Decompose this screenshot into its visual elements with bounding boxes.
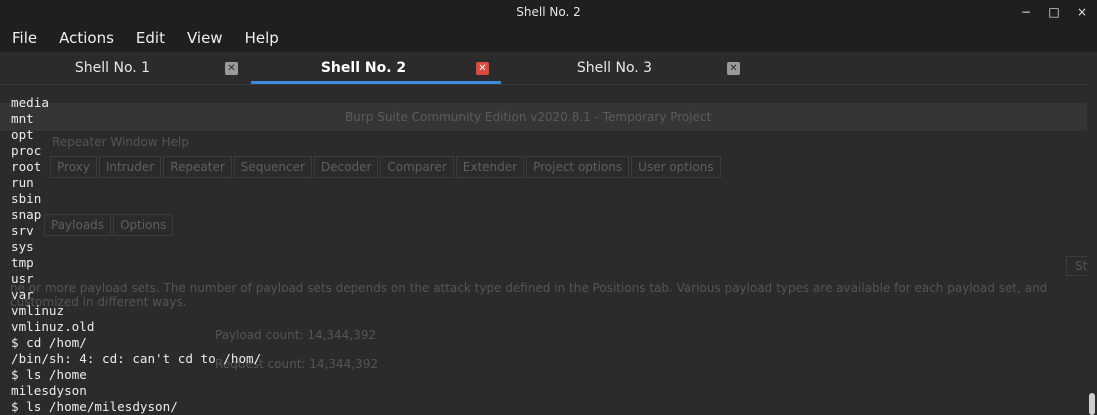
title-bar: Shell No. 2 − □ ×	[0, 0, 1097, 24]
terminal-output[interactable]: media mnt opt proc root run sbin snap srv sys tmp u…	[0, 84, 1087, 415]
terminal-line: sbin	[11, 191, 42, 206]
minimize-icon[interactable]: −	[1019, 5, 1033, 19]
terminal-line: sys	[11, 239, 34, 254]
terminal-scrollbar[interactable]	[1087, 84, 1097, 415]
menu-help[interactable]: Help	[234, 24, 290, 52]
menu-file[interactable]: File	[0, 24, 48, 52]
terminal-line: milesdyson	[11, 383, 87, 398]
terminal-line: vmlinuz.old	[11, 319, 95, 334]
tab-shell-1[interactable]: Shell No. 1 ✕	[0, 52, 250, 84]
tab-shell-2[interactable]: Shell No. 2 ✕	[251, 52, 501, 84]
tab-close-icon[interactable]: ✕	[727, 61, 740, 75]
window-title: Shell No. 2	[516, 5, 581, 19]
tab-bar: Shell No. 1 ✕ Shell No. 2 ✕ Shell No. 3 …	[0, 52, 1097, 85]
menu-edit[interactable]: Edit	[125, 24, 176, 52]
terminal-line: $ ls /home/milesdyson/	[11, 399, 178, 414]
terminal-line: root	[11, 159, 42, 174]
terminal-lines: media mnt opt proc root run sbin snap srv sys tmp u…	[11, 95, 261, 415]
terminal-line: /bin/sh: 4: cd: can't cd to /hom/	[11, 351, 262, 366]
menu-bar: File Actions Edit View Help	[0, 24, 1097, 52]
tab-label: Shell No. 1	[74, 60, 151, 76]
terminal-line: mnt	[11, 111, 34, 126]
tab-label: Shell No. 2	[320, 60, 407, 76]
maximize-icon[interactable]: □	[1047, 5, 1061, 19]
terminal-line: $ cd /hom/	[11, 335, 87, 350]
menu-actions[interactable]: Actions	[48, 24, 125, 52]
tab-shell-3[interactable]: Shell No. 3 ✕	[502, 52, 752, 84]
terminal-line: proc	[11, 143, 42, 158]
terminal-line: usr	[11, 271, 34, 286]
close-icon[interactable]: ×	[1075, 5, 1089, 19]
terminal-line: srv	[11, 223, 34, 238]
window-controls: − □ ×	[1019, 0, 1089, 24]
terminal-line: var	[11, 287, 34, 302]
terminal-line: snap	[11, 207, 42, 222]
scrollbar-thumb[interactable]	[1089, 393, 1095, 415]
tab-close-icon[interactable]: ✕	[225, 61, 238, 75]
terminal-line: media	[11, 95, 49, 110]
menu-view[interactable]: View	[176, 24, 234, 52]
terminal-line: run	[11, 175, 34, 190]
terminal-line: vmlinuz	[11, 303, 65, 318]
tab-close-icon[interactable]: ✕	[476, 61, 489, 75]
terminal-line: $ ls /home	[11, 367, 87, 382]
tab-label: Shell No. 3	[576, 60, 653, 76]
terminal-line: opt	[11, 127, 34, 142]
terminal-line: tmp	[11, 255, 34, 270]
